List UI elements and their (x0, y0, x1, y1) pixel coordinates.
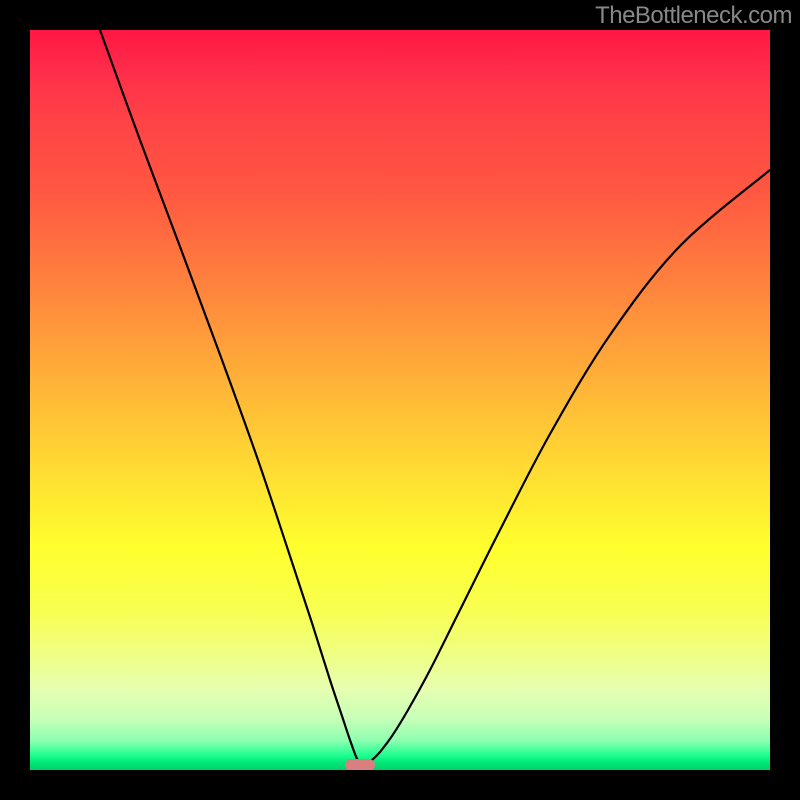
bottleneck-curve (100, 30, 770, 765)
plot-area (30, 30, 770, 770)
watermark-text: TheBottleneck.com (595, 2, 792, 30)
optimal-marker (345, 759, 375, 770)
chart-container: TheBottleneck.com (0, 0, 800, 800)
curve-svg (30, 30, 770, 770)
